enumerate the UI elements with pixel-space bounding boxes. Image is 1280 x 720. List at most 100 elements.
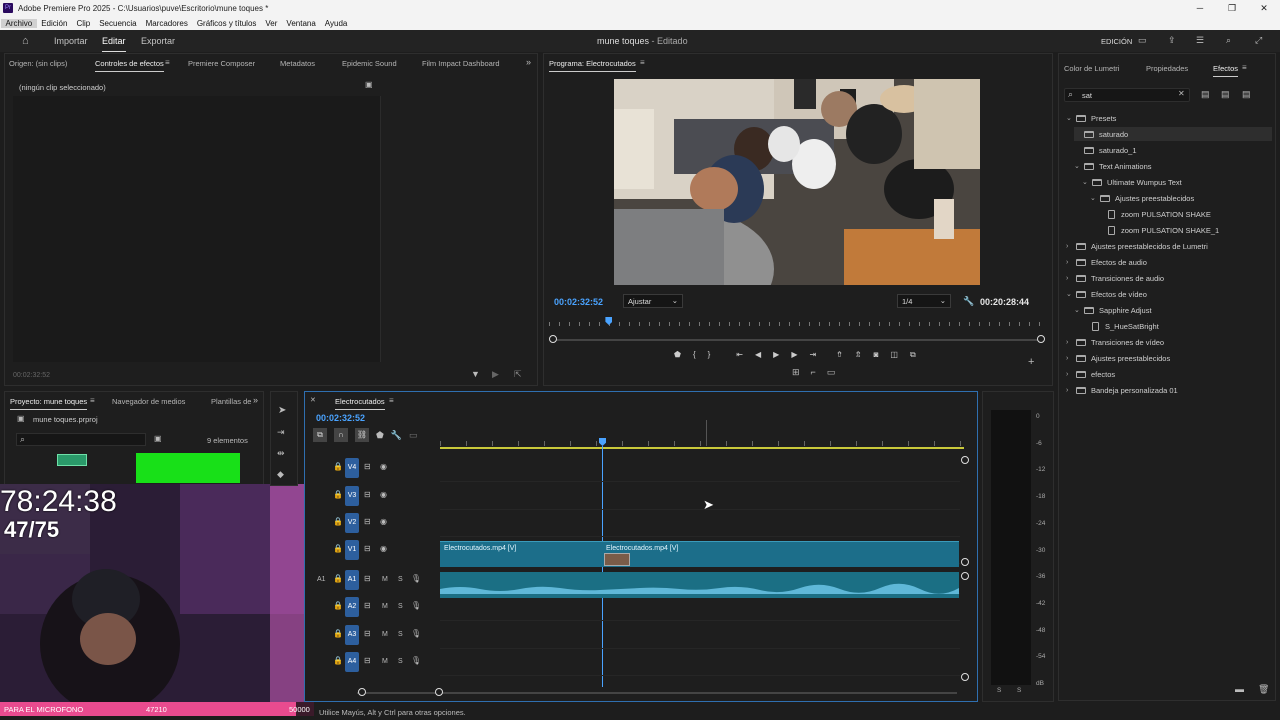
track-target-a4[interactable]: A4 — [345, 652, 359, 672]
extract-icon[interactable]: ⇯ — [855, 350, 862, 364]
track-target-a2[interactable]: A2 — [345, 597, 359, 617]
effects-tree-item[interactable]: › Bandeja personalizada 01 — [1066, 383, 1178, 397]
tab-premiere-composer[interactable]: Premiere Composer — [188, 59, 255, 68]
tab-effects[interactable]: Efectos — [1213, 64, 1239, 77]
mute-button[interactable]: M — [382, 603, 388, 610]
tab-program[interactable]: Programa: Electrocutados — [549, 59, 636, 72]
home-icon[interactable]: ⌂ — [22, 35, 29, 47]
track-target-a3[interactable]: A3 — [345, 625, 359, 645]
track-target-v4[interactable]: V4 — [345, 458, 359, 478]
effects-menu-icon[interactable]: ≡ — [1242, 63, 1247, 72]
maximize-button[interactable]: ❐ — [1216, 0, 1248, 16]
track-target-v2[interactable]: V2 — [345, 513, 359, 533]
multi-camera-icon[interactable]: ⧉ — [910, 350, 916, 364]
lift-icon[interactable]: ⇮ — [836, 350, 843, 364]
tab-epidemic-sound[interactable]: Epidemic Sound — [342, 59, 397, 68]
vr-video-icon[interactable]: ▭ — [827, 367, 836, 378]
track-lock-icon[interactable]: 🔒 — [333, 544, 343, 553]
effects-tree-item[interactable]: zoom PULSATION SHAKE_1 — [1098, 223, 1219, 237]
video-clip[interactable]: Electrocutados.mp4 [V] — [440, 541, 602, 567]
menu-archivo[interactable]: Archivo — [1, 18, 37, 28]
more-tabs-icon[interactable]: » — [526, 57, 531, 67]
menu-ver[interactable]: Ver — [261, 19, 282, 28]
camera-icon[interactable]: ◙ — [874, 350, 879, 364]
solo-button[interactable]: S — [398, 576, 403, 583]
timeline-zoom-left[interactable] — [358, 688, 366, 696]
solo-right-button[interactable]: S — [1017, 687, 1021, 694]
play-icon[interactable]: ▶ — [773, 350, 779, 364]
track-lock-icon[interactable]: 🔒 — [333, 601, 343, 610]
quality-dropdown[interactable]: 1/4 ⌄ — [897, 294, 951, 308]
proxy-toggle-icon[interactable]: ⌐ — [811, 367, 816, 378]
effects-tree-item[interactable]: ⌄ Ajustes preestablecidos — [1090, 191, 1194, 205]
audio-thumbnail[interactable] — [57, 454, 87, 466]
menu-graficos[interactable]: Gráficos y títulos — [192, 19, 261, 28]
toggle-timeline-icon[interactable]: ▣ — [365, 80, 373, 89]
razor-tool-icon[interactable]: ◆ — [277, 469, 284, 480]
solo-left-button[interactable]: S — [997, 687, 1001, 694]
timeline-zoom-right[interactable] — [435, 688, 443, 696]
solo-button[interactable]: S — [398, 631, 403, 638]
microphone-icon[interactable]: 🎙 — [411, 629, 421, 638]
effects-tree-item[interactable]: › Transiciones de audio — [1066, 271, 1164, 285]
zoom-scrollbar[interactable] — [553, 339, 1041, 341]
menu-ayuda[interactable]: Ayuda — [320, 19, 352, 28]
eye-icon[interactable]: ◉ — [380, 490, 387, 499]
zoom-handle-right[interactable] — [1037, 335, 1045, 343]
tab-lumetri-color[interactable]: Color de Lumetri — [1064, 64, 1119, 73]
microphone-icon[interactable]: 🎙 — [411, 656, 421, 665]
yuv-effects-icon[interactable]: ▤ — [1242, 89, 1251, 100]
close-button[interactable]: ✕ — [1248, 0, 1280, 16]
go-to-in-icon[interactable]: ⇤ — [736, 350, 743, 364]
vscroll-handle[interactable] — [961, 572, 969, 580]
comparison-view-icon[interactable]: ◫ — [890, 350, 898, 364]
new-bin-icon[interactable]: ▬ — [1235, 684, 1244, 694]
mark-out-icon[interactable]: } — [708, 350, 711, 364]
green-screen-thumbnail[interactable] — [136, 453, 240, 483]
sync-lock-icon[interactable]: ⊟ — [364, 629, 371, 638]
eye-icon[interactable]: ◉ — [380, 462, 387, 471]
tab-properties[interactable]: Propiedades — [1146, 64, 1188, 73]
timeline-scrollbar[interactable] — [357, 692, 957, 694]
search-icon[interactable]: ⌕ — [1226, 35, 1231, 46]
project-menu-icon[interactable]: ≡ — [90, 396, 95, 405]
video-clip[interactable]: Electrocutados.mp4 [V] — [602, 541, 959, 567]
fullscreen-icon[interactable]: ⤢ — [1255, 35, 1262, 46]
effects-tree-item[interactable]: › Ajustes preestablecidos de Lumetri — [1066, 239, 1208, 253]
step-back-icon[interactable]: ◀ — [755, 350, 761, 364]
effects-tree-item[interactable]: S_HueSatBright — [1082, 319, 1159, 333]
effects-tree-item[interactable]: ⌄ Text Animations — [1074, 159, 1152, 173]
panel-layout-icon[interactable]: ▭ — [1138, 35, 1147, 46]
effects-tree-item[interactable]: › Efectos de audio — [1066, 255, 1147, 269]
track-lock-icon[interactable]: 🔒 — [333, 490, 343, 499]
vscroll-handle[interactable] — [961, 456, 969, 464]
sync-lock-icon[interactable]: ⊟ — [364, 574, 371, 583]
delete-icon[interactable]: 🗑 — [1258, 684, 1269, 695]
menu-clip[interactable]: Clip — [72, 19, 95, 28]
effects-tree-item[interactable]: saturado — [1074, 127, 1272, 141]
tab-film-impact[interactable]: Film Impact Dashboard — [422, 59, 500, 68]
32bit-effects-icon[interactable]: ▤ — [1221, 89, 1230, 100]
vscroll-handle[interactable] — [961, 558, 969, 566]
export-tab[interactable]: Exportar — [141, 36, 175, 46]
program-ruler[interactable] — [549, 316, 1044, 328]
eye-icon[interactable]: ◉ — [380, 544, 387, 553]
effects-tree-item[interactable]: ⌄ Ultimate Wumpus Text — [1082, 175, 1182, 189]
new-bin-icon[interactable]: ▣ — [154, 434, 162, 443]
sync-lock-icon[interactable]: ⊟ — [364, 490, 371, 499]
play-audio-icon[interactable]: ▶ — [492, 369, 499, 380]
zoom-handle-left[interactable] — [549, 335, 557, 343]
filter-icon[interactable]: ▼ — [471, 369, 480, 379]
fit-dropdown[interactable]: Ajustar ⌄ — [623, 294, 683, 308]
panel-menu-icon[interactable]: ≡ — [165, 58, 170, 67]
effects-tree-item[interactable]: › Transiciones de vídeo — [1066, 335, 1164, 349]
track-lock-icon[interactable]: 🔒 — [333, 629, 343, 638]
track-lock-icon[interactable]: 🔒 — [333, 574, 343, 583]
export-frame-icon[interactable]: ⇱ — [514, 369, 522, 380]
sync-lock-icon[interactable]: ⊟ — [364, 517, 371, 526]
menu-edicion[interactable]: Edición — [37, 19, 72, 28]
program-menu-icon[interactable]: ≡ — [640, 58, 645, 67]
microphone-icon[interactable]: 🎙 — [411, 574, 421, 583]
effects-tree-item[interactable]: ⌄ Efectos de vídeo — [1066, 287, 1147, 301]
sync-lock-icon[interactable]: ⊟ — [364, 544, 371, 553]
